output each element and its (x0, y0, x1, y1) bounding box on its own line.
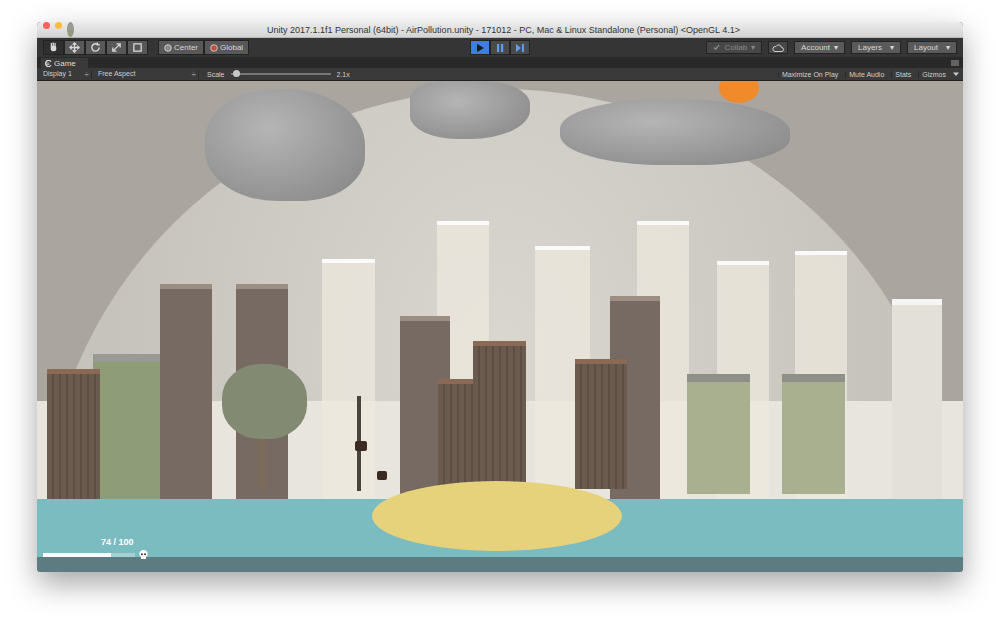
collab-button[interactable]: Collab▾ (706, 41, 762, 54)
game-toolbar: Display 1÷ Free Aspect÷ Scale2.1x Maximize … (37, 68, 963, 81)
title-bar: Unity 2017.1.1f1 Personal (64bit) - AirP… (37, 22, 963, 38)
cloud-button[interactable] (768, 41, 788, 54)
cloud (205, 89, 365, 201)
toggle-button[interactable]: Stats (891, 71, 914, 78)
pollution-fill (43, 553, 111, 557)
smoke (377, 471, 387, 480)
aspect-dropdown[interactable]: Free Aspect÷ (96, 70, 199, 79)
scale-control: Scale2.1x (203, 71, 350, 78)
unity-window: Unity 2017.1.1f1 Personal (64bit) - AirP… (37, 22, 963, 572)
sea-floor (37, 557, 963, 572)
check-icon (713, 44, 720, 51)
pause-button[interactable] (490, 40, 510, 55)
pollution-meter: 74 / 100 (43, 537, 149, 560)
tab-row: Game (37, 57, 963, 68)
move-icon (69, 42, 80, 53)
desktop: Unity 2017.1.1f1 Personal (64bit) - AirP… (0, 0, 1000, 624)
tree (222, 364, 307, 439)
toggle-button[interactable]: Maximize On Play (778, 71, 841, 78)
zoom-button[interactable] (67, 22, 74, 37)
pivot-button[interactable]: Center (158, 40, 204, 55)
pivot-icon (164, 44, 172, 52)
game-view: 74 / 100 (37, 81, 963, 572)
scale-slider[interactable] (231, 73, 331, 75)
play-controls (470, 40, 530, 55)
window-controls (37, 22, 74, 37)
stake-wall (47, 369, 100, 504)
window-title: Unity 2017.1.1f1 Personal (64bit) - AirP… (74, 25, 963, 35)
toggle-button[interactable]: Gizmos (918, 71, 949, 78)
factory-tower (160, 284, 212, 504)
sun (719, 81, 759, 103)
display-dropdown[interactable]: Display 1÷ (41, 70, 92, 79)
hand-icon (48, 42, 59, 53)
pollution-bar (43, 553, 135, 557)
pollution-reading: 74 / 100 (43, 537, 149, 547)
menu-dropdown[interactable]: Layout▾ (907, 41, 957, 54)
house (782, 374, 845, 494)
minimize-button[interactable] (55, 22, 62, 29)
game-tab[interactable]: Game (41, 58, 88, 68)
house (687, 374, 750, 494)
step-button[interactable] (510, 40, 530, 55)
sand-island (372, 481, 622, 551)
menu-dropdown[interactable]: Layers▾ (851, 41, 901, 54)
play-icon (475, 43, 485, 53)
stake-wall (575, 359, 627, 489)
game-icon (45, 60, 52, 67)
dropdown-arrow-icon[interactable] (953, 71, 959, 77)
tower (322, 259, 375, 503)
rotate-tool-button[interactable] (85, 40, 106, 55)
smoke (355, 441, 367, 451)
tab-menu-icon[interactable] (951, 60, 959, 66)
pause-icon (495, 43, 505, 53)
tower (892, 299, 942, 505)
scale-tool-button[interactable] (106, 40, 127, 55)
pivot-button[interactable]: Global (204, 40, 249, 55)
slider-thumb[interactable] (233, 70, 240, 77)
tool-group (43, 40, 148, 55)
rotate-icon (90, 42, 101, 53)
skull-icon (138, 549, 149, 560)
close-button[interactable] (43, 22, 50, 29)
cloud (410, 81, 530, 139)
scale-icon (111, 42, 122, 53)
toggle-button[interactable]: Mute Audio (845, 71, 887, 78)
menu-dropdown[interactable]: Account▾ (794, 41, 845, 54)
hand-tool-button[interactable] (43, 40, 64, 55)
rect-icon (132, 42, 143, 53)
toolbar: CenterGlobal Collab▾ Account▾ Layers▾ Layout… (37, 38, 963, 57)
play-button[interactable] (470, 40, 490, 55)
globe-icon (210, 44, 218, 52)
cloud (560, 99, 790, 165)
step-icon (515, 43, 525, 53)
rect-tool-button[interactable] (127, 40, 148, 55)
move-tool-button[interactable] (64, 40, 85, 55)
cloud-icon (772, 44, 784, 52)
pivot-group: CenterGlobal (158, 40, 249, 55)
